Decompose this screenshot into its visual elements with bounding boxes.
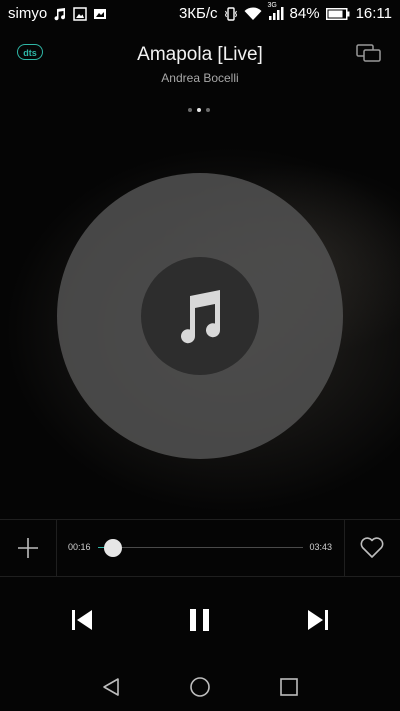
image-notification-icon xyxy=(73,6,87,21)
cast-icon[interactable] xyxy=(356,44,382,62)
artist-name: Andrea Bocelli xyxy=(161,71,239,85)
status-bar: simyo 3КБ/с 3G 84% 16:11 xyxy=(0,0,400,28)
network-type-label: 3G xyxy=(267,1,277,9)
signal-icon: 3G xyxy=(268,2,284,21)
network-speed-label: 3КБ/с xyxy=(178,5,218,22)
album-art-disc[interactable] xyxy=(57,173,343,459)
page-indicator xyxy=(188,108,210,112)
music-note-icon xyxy=(181,290,221,344)
battery-icon xyxy=(325,7,350,20)
divider xyxy=(56,520,57,576)
current-time: 00:16 xyxy=(68,542,91,552)
page-dot xyxy=(188,108,192,112)
gallery-notification-icon xyxy=(93,7,107,21)
progress-row: 00:16 03:43 xyxy=(0,519,400,577)
clock: 16:11 xyxy=(355,5,392,22)
seek-bar-thumb[interactable] xyxy=(103,539,122,557)
album-art-center xyxy=(141,257,259,375)
previous-track-button[interactable] xyxy=(68,606,96,634)
nav-recents-icon[interactable] xyxy=(278,676,300,698)
pause-button[interactable] xyxy=(186,606,214,634)
seek-bar[interactable] xyxy=(98,547,303,548)
nav-back-icon[interactable] xyxy=(100,676,122,698)
heart-icon[interactable] xyxy=(359,536,385,560)
battery-percent: 84% xyxy=(289,5,320,22)
music-notification-icon xyxy=(53,7,67,21)
carrier-label: simyo xyxy=(8,5,48,22)
wifi-icon xyxy=(244,6,262,21)
page-dot-active xyxy=(197,108,201,112)
total-time: 03:43 xyxy=(309,542,332,552)
divider xyxy=(344,520,345,576)
song-title: Amapola [Live] xyxy=(137,44,263,65)
add-to-playlist-button[interactable] xyxy=(15,535,41,561)
nav-home-icon[interactable] xyxy=(189,676,211,698)
next-track-button[interactable] xyxy=(304,606,332,634)
page-dot xyxy=(206,108,210,112)
vibrate-icon xyxy=(224,6,238,22)
